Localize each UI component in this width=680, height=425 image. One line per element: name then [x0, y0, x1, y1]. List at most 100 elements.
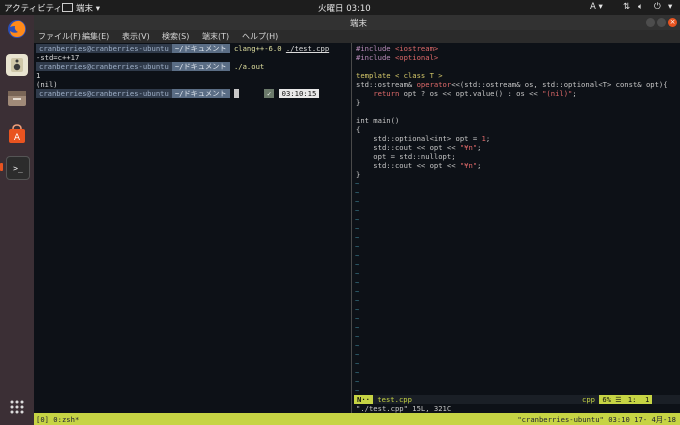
- chevron-down-icon: ▾: [668, 2, 673, 12]
- code-line: {: [356, 125, 361, 134]
- code-line: std::cout << opt << "¥n";: [356, 143, 482, 152]
- svg-text:A: A: [14, 133, 21, 143]
- code-line: std::optional<int> opt = 1;: [356, 134, 491, 143]
- code-line: #include <iostream>: [356, 44, 439, 53]
- maximize-button[interactable]: [657, 18, 666, 27]
- network-icon[interactable]: ⇅: [623, 2, 630, 12]
- output-line: (nil): [36, 80, 58, 89]
- code-line: }: [356, 98, 361, 107]
- output-line: 1: [36, 71, 41, 80]
- power-icon[interactable]: ⏻: [654, 2, 661, 12]
- code-line: std::cout << opt << "¥n";: [356, 161, 482, 170]
- firefox-icon[interactable]: [6, 18, 28, 40]
- prompt-line: cranberries@cranberries-ubuntu ~/ドキュメント .…: [36, 62, 264, 71]
- code-line: std::ostream& operator<<(std::ostream& o…: [356, 80, 668, 89]
- empty-line-tilde: ~: [355, 278, 360, 287]
- menu-search[interactable]: 検索(S): [162, 31, 189, 42]
- app-menu[interactable]: 端末 ▾: [62, 2, 100, 14]
- window-title: 端末: [350, 19, 368, 29]
- terminal-window: 端末 × ファイル(F) 編集(E) 表示(V) 検索(S) 端末(T) ヘルプ…: [34, 15, 680, 425]
- empty-line-tilde: ~: [355, 314, 360, 323]
- files-icon[interactable]: [6, 87, 28, 109]
- tmux-statusbar: [0] 0:zsh* "cranberries-ubuntu" 03:10 17…: [34, 413, 680, 425]
- prompt-user: cranberries@cranberries-ubuntu: [36, 62, 172, 71]
- terminal-icon[interactable]: >_: [6, 156, 30, 180]
- activities-button[interactable]: アクティビティ: [4, 2, 62, 14]
- prompt-dir: ~/ドキュメント: [171, 62, 230, 71]
- dock: A >_: [0, 15, 34, 425]
- empty-line-tilde: ~: [355, 332, 360, 341]
- empty-line-tilde: ~: [355, 296, 360, 305]
- empty-line-tilde: ~: [355, 305, 360, 314]
- rhythmbox-icon[interactable]: [6, 54, 28, 76]
- vim-status-right: cpp 6% ☰ 1: 1: [582, 395, 653, 404]
- empty-line-tilde: ~: [355, 197, 360, 206]
- code-line: template < class T >: [356, 71, 443, 80]
- tmux-status-right: "cranberries-ubuntu" 03:10 17- 4月-18: [517, 415, 676, 424]
- empty-line-tilde: ~: [355, 359, 360, 368]
- volume-icon[interactable]: 🔈︎: [638, 2, 643, 12]
- menu-terminal[interactable]: 端末(T): [202, 31, 229, 42]
- empty-line-tilde: ~: [355, 224, 360, 233]
- prompt-line: cranberries@cranberries-ubuntu ~/ドキュメント c…: [36, 44, 329, 53]
- window-titlebar[interactable]: 端末 ×: [34, 15, 680, 30]
- command-continuation: -std=c++17: [36, 53, 80, 62]
- app-menu-label: 端末: [76, 4, 94, 14]
- empty-line-tilde: ~: [355, 269, 360, 278]
- tmux-window-list[interactable]: [0] 0:zsh*: [36, 415, 79, 424]
- menu-bar: ファイル(F) 編集(E) 表示(V) 検索(S) 端末(T) ヘルプ(H): [34, 30, 680, 43]
- top-bar: アクティビティ 端末 ▾ 火曜日 03:10 A ▾ ⇅ 🔈︎ ⏻ ▾: [0, 0, 680, 15]
- empty-line-tilde: ~: [355, 251, 360, 260]
- vim-filetype: cpp: [582, 395, 595, 404]
- command: ./a.out: [233, 62, 265, 71]
- vim-message: "./test.cpp" 15L, 321C: [356, 404, 452, 413]
- clock[interactable]: 火曜日 03:10: [318, 2, 371, 14]
- empty-line-tilde: ~: [355, 377, 360, 386]
- input-method-indicator[interactable]: A ▾: [590, 2, 603, 12]
- menu-edit[interactable]: 編集(E): [82, 31, 109, 42]
- menu-view[interactable]: 表示(V): [122, 31, 150, 42]
- active-app-indicator: [0, 163, 3, 171]
- empty-line-tilde: ~: [355, 368, 360, 377]
- show-applications-icon[interactable]: [6, 396, 28, 418]
- empty-line-tilde: ~: [355, 215, 360, 224]
- pane-divider[interactable]: [351, 43, 352, 414]
- vim-percent-value: 6%: [602, 395, 611, 404]
- empty-line-tilde: ~: [355, 386, 360, 395]
- empty-line-tilde: ~: [355, 233, 360, 242]
- exit-status-check: ✓: [264, 89, 275, 98]
- prompt-user: cranberries@cranberries-ubuntu: [36, 89, 172, 98]
- prompt-user: cranberries@cranberries-ubuntu: [36, 44, 172, 53]
- close-button[interactable]: ×: [668, 18, 677, 27]
- terminal-small-icon: [62, 3, 73, 12]
- ubuntu-software-icon[interactable]: A: [6, 123, 28, 145]
- editor-pane[interactable]: #include <iostream> #include <optional> …: [354, 43, 680, 414]
- right-prompt: ✓ 03:10:15: [264, 89, 320, 98]
- empty-line-tilde: ~: [355, 341, 360, 350]
- prompt-line: cranberries@cranberries-ubuntu ~/ドキュメント: [36, 89, 239, 98]
- prompt-dir: ~/ドキュメント: [171, 44, 230, 53]
- cursor: [233, 89, 239, 98]
- empty-line-tilde: ~: [355, 188, 360, 197]
- menu-file[interactable]: ファイル(F): [38, 31, 81, 42]
- empty-line-tilde: ~: [355, 260, 360, 269]
- empty-line-tilde: ~: [355, 179, 360, 188]
- command-arg: ./test.cpp: [285, 44, 330, 53]
- vim-position: 1: 1: [624, 395, 653, 404]
- code-line: int main(): [356, 116, 400, 125]
- code-line: return opt ? os << opt.value() : os << "…: [373, 89, 577, 98]
- empty-line-tilde: ~: [355, 287, 360, 296]
- code-line: opt = std::nullopt;: [356, 152, 456, 161]
- shell-pane[interactable]: cranberries@cranberries-ubuntu ~/ドキュメント c…: [34, 43, 350, 414]
- code-line: }: [356, 170, 361, 179]
- terminal-content[interactable]: cranberries@cranberries-ubuntu ~/ドキュメント c…: [34, 43, 680, 425]
- empty-line-tilde: ~: [355, 350, 360, 359]
- minimize-button[interactable]: [646, 18, 655, 27]
- prompt-time: 03:10:15: [278, 89, 320, 98]
- vim-percent: 6% ☰: [599, 395, 625, 404]
- vim-filename: test.cpp: [377, 395, 412, 404]
- empty-line-tilde: ~: [355, 323, 360, 332]
- command: clang++-6.0: [233, 44, 282, 53]
- vim-mode: N··: [354, 395, 373, 404]
- menu-help[interactable]: ヘルプ(H): [242, 31, 278, 42]
